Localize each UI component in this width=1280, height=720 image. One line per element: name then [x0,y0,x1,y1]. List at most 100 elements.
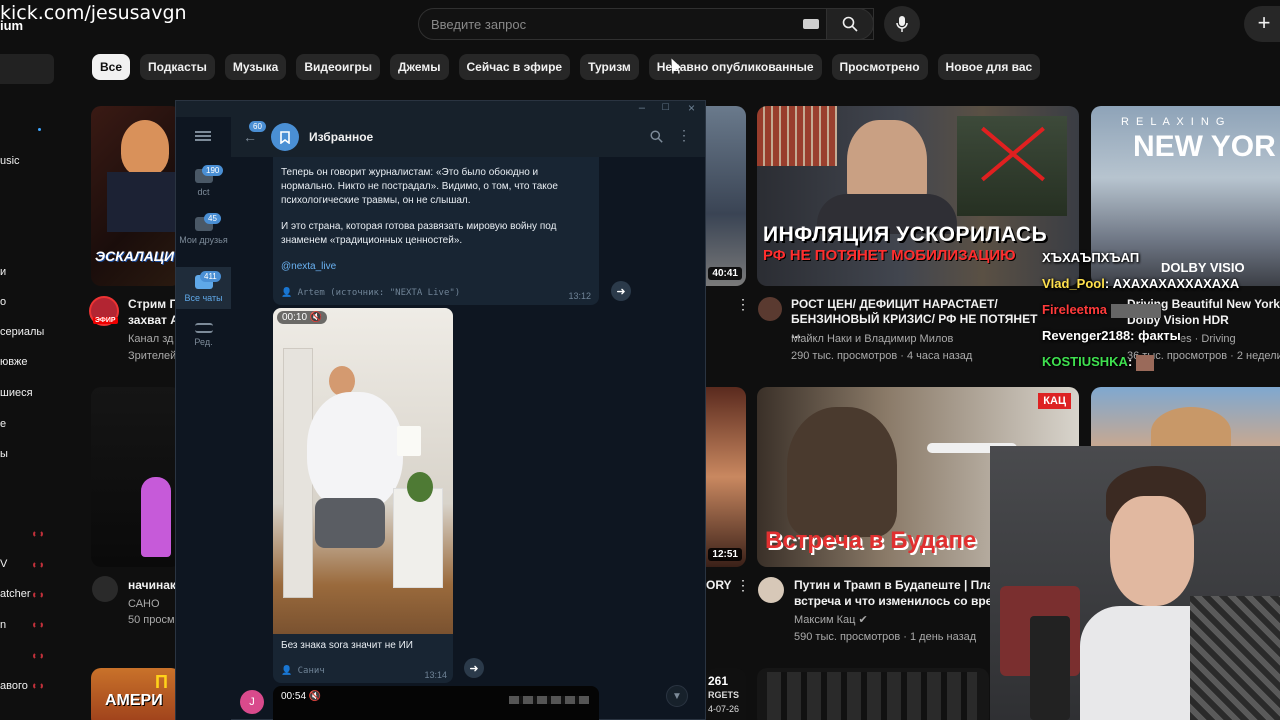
sidebar-item[interactable]: о [0,296,6,308]
search-button[interactable] [826,8,874,40]
mute-icon[interactable]: 🔇 [310,312,322,323]
video-title-fragment[interactable]: ORY [706,578,732,593]
channel-name[interactable]: Майкл Наки и Владимир Милов [791,331,953,347]
create-button[interactable]: + [1244,6,1280,42]
chip-jams[interactable]: Джемы [389,54,449,80]
video-thumbnail[interactable] [1091,387,1280,447]
chip-all[interactable]: Все [92,54,131,80]
video-message[interactable]: 00:10 🔇 Без знака sora значит не ИИ 👤 Са… [273,308,453,683]
sender-avatar[interactable]: J [240,690,264,714]
video-title[interactable]: начинак [128,578,176,593]
minimize-icon[interactable]: – [639,102,645,114]
coins-graphic [757,106,837,166]
chip-games[interactable]: Видеоигры [296,54,380,80]
sidebar-channel[interactable]: n [0,619,6,631]
video-thumbnail[interactable]: 12:51 [706,387,746,567]
keyboard-icon[interactable] [803,19,819,29]
live-icon [33,621,43,629]
channel-avatar[interactable]: ЭФИР [89,296,119,326]
chip-podcasts[interactable]: Подкасты [140,54,215,80]
hamburger-menu-icon[interactable] [195,131,211,141]
channel-avatar[interactable] [758,577,784,603]
more-options-icon[interactable]: ⋮ [677,127,691,144]
chat-header: ← 60 Избранное ⋮ [231,117,705,157]
telegram-window[interactable]: – □ × dct 190 Мои друзья 45 Все чаты 411… [175,100,706,720]
window-titlebar[interactable]: – □ × [176,101,705,117]
folder-sidebar: dct 190 Мои друзья 45 Все чаты 411 Ред. [176,117,231,720]
forward-button[interactable]: ➜ [464,658,484,678]
chat-username: Revenger2188 [1042,328,1131,343]
channel-name[interactable]: САНО [128,596,160,612]
chip-watched[interactable]: Просмотрено [831,54,928,80]
channel-name[interactable]: Максим Кац ✔ [794,612,868,628]
sidebar-item-music[interactable]: usic [0,155,20,167]
chip-music[interactable]: Музыка [224,54,287,80]
sidebar-channel[interactable]: atcher [0,588,31,600]
sidebar-channel[interactable]: авого [0,680,28,692]
video-thumbnail[interactable] [91,387,181,567]
forward-button[interactable]: ➜ [611,281,631,301]
video-message[interactable]: 00:54 🔇 [273,686,599,720]
maximize-icon[interactable]: □ [662,101,669,113]
channel-avatar[interactable] [758,297,782,321]
thumbnail-subheadline: РФ НЕ ПОТЯНЕТ МОБИЛИЗАЦИЮ [763,247,1016,264]
video-title-line2[interactable]: захват А [128,313,179,328]
sidebar-item[interactable]: е [0,418,6,430]
shorts-shape [315,498,385,548]
sidebar-item-series[interactable]: сериалы [0,326,44,338]
head-shape [1151,407,1231,447]
video-title-line2[interactable]: встреча и что изменилось со врем [794,594,1001,609]
message-time: 13:12 [568,291,591,301]
body-shape [307,392,403,512]
chair-shape [1190,596,1280,720]
voice-search-button[interactable] [884,6,920,42]
video-title[interactable]: Путин и Трамп в Будапеште | План [794,578,1001,593]
folder-edit[interactable]: Ред. [176,323,231,359]
sidebar-search-pill[interactable] [0,54,54,84]
video-thumbnail[interactable]: ЭСКАЛАЦИ [91,106,181,286]
channel-avatar[interactable] [92,576,118,602]
thumbnail-text: ЭСКАЛАЦИ [95,248,175,264]
sidebar-new-dot [38,128,41,131]
video-thumbnail[interactable]: ИНФЛЯЦИЯ УСКОРИЛАСЬ РФ НЕ ПОТЯНЕТ МОБИЛИ… [757,106,1079,286]
channel-link[interactable]: @nexta_live [281,261,336,272]
search-box[interactable] [418,8,874,40]
chip-new-for-you[interactable]: Новое для вас [937,54,1041,80]
table-shape [393,488,443,588]
chip-live[interactable]: Сейчас в эфире [458,54,571,80]
unread-badge: 45 [204,213,221,224]
channel-name[interactable]: es · Driving [1180,331,1236,347]
close-icon[interactable]: × [688,101,695,115]
video-thumbnail[interactable]: 40:41 [706,106,746,286]
chat-text: : факты [1130,328,1181,343]
sidebar-item[interactable]: и [0,266,6,278]
search-icon[interactable] [650,130,663,143]
search-input[interactable] [431,9,791,39]
saved-messages-avatar[interactable] [271,123,299,151]
folder-my-friends[interactable]: Мои друзья 45 [176,213,231,263]
sidebar-item[interactable]: ювже [0,356,27,368]
thumbnail-text: 4-07-26 [708,704,740,714]
more-options-icon[interactable]: ⋮ [736,577,750,594]
folder-dct[interactable]: dct 190 [176,165,231,205]
folder-all-chats[interactable]: Все чаты 411 [176,267,231,309]
chevron-down-icon: ▼ [672,690,682,702]
forward-icon: ➜ [616,285,626,298]
sidebar-item[interactable]: ы [0,448,8,460]
video-frame[interactable]: 00:10 🔇 [273,308,453,634]
video-title[interactable]: Стрим П [128,297,178,312]
chip-tourism[interactable]: Туризм [580,54,639,80]
video-thumbnail[interactable] [757,668,989,720]
sidebar-channel[interactable]: V [0,558,7,570]
more-options-icon[interactable]: ⋮ [736,296,750,313]
user-icon: 👤 [281,288,293,298]
mic-icon [896,16,908,32]
sidebar-item[interactable]: шиеся [0,387,33,399]
message-bubble[interactable]: Теперь он говорит журналистам: «Это было… [273,157,599,305]
mute-icon[interactable]: 🔇 [309,691,321,702]
channel-name[interactable]: Канал зд [128,331,173,347]
thumbnail-text: 261 [708,674,729,688]
video-thumbnail[interactable]: П АМЕРИ [91,668,181,720]
video-thumbnail[interactable]: 261 RGETS 4-07-26 [706,668,746,720]
scroll-down-button[interactable]: ▼ [666,685,688,707]
